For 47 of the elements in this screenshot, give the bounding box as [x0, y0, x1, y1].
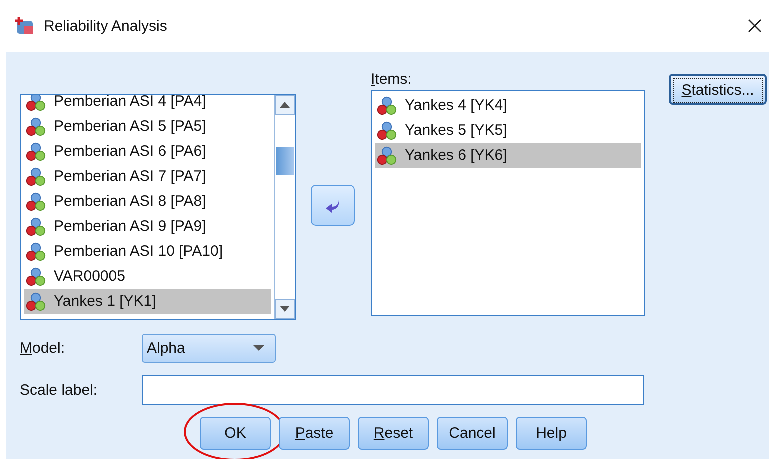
- items-label: Items:: [371, 70, 413, 90]
- caret-icon: [253, 345, 265, 351]
- scrollbar[interactable]: [274, 95, 295, 319]
- close-icon[interactable]: [748, 19, 762, 33]
- variable-icon: [26, 242, 46, 262]
- scroll-down-icon[interactable]: [280, 306, 290, 312]
- variable-icon: [377, 120, 397, 140]
- variable-item[interactable]: Yankes 4 [YK4]: [375, 93, 641, 118]
- variable-icon: [26, 216, 46, 236]
- model-dropdown[interactable]: Alpha: [142, 334, 276, 362]
- variable-item[interactable]: Yankes 5 [YK5]: [375, 118, 641, 143]
- variable-item[interactable]: VAR00005: [24, 264, 271, 289]
- window-title: Reliability Analysis: [44, 18, 168, 34]
- scale-label: Scale label:: [20, 382, 99, 398]
- variable-icon: [26, 116, 46, 136]
- variable-item[interactable]: Pemberian ASI 6 [PA6]: [24, 139, 271, 164]
- dialog-button[interactable]: Reset: [358, 417, 429, 450]
- variable-item[interactable]: Pemberian ASI 9 [PA9]: [24, 214, 271, 239]
- variable-item[interactable]: Pemberian ASI 8 [PA8]: [24, 189, 271, 214]
- dialog-button[interactable]: Paste: [279, 417, 350, 450]
- items-list[interactable]: Yankes 4 [YK4] Yankes 5 [YK5] Yankes 6 [YK6]: [371, 90, 645, 316]
- variable-icon: [26, 95, 46, 112]
- variable-icon: [26, 266, 46, 286]
- variable-item[interactable]: Yankes 1 [YK1]: [24, 289, 271, 314]
- dialog-button[interactable]: Help: [516, 417, 587, 450]
- variable-icon: [26, 142, 46, 162]
- move-button[interactable]: [311, 185, 355, 226]
- arrow-icon: [325, 198, 341, 212]
- variable-item[interactable]: Pemberian ASI 5 [PA5]: [24, 114, 271, 139]
- app-icon: [15, 16, 35, 36]
- variable-item[interactable]: Yankes 6 [YK6]: [375, 143, 641, 168]
- variable-icon: [26, 166, 46, 186]
- variable-icon: [377, 96, 397, 116]
- model-label: Model:: [20, 340, 66, 356]
- variable-icon: [26, 292, 46, 312]
- dialog-button[interactable]: OK: [200, 417, 271, 450]
- variable-item[interactable]: Pemberian ASI 10 [PA10]: [24, 239, 271, 264]
- variable-icon: [26, 192, 46, 212]
- scale-label-field[interactable]: [142, 375, 644, 405]
- variable-icon: [377, 146, 397, 166]
- scroll-up-icon[interactable]: [280, 102, 290, 108]
- variable-item[interactable]: Pemberian ASI 7 [PA7]: [24, 164, 271, 189]
- statistics-button[interactable]: Statistics...: [669, 74, 767, 105]
- variable-item[interactable]: Pemberian ASI 4 [PA4]: [24, 95, 271, 114]
- scroll-thumb[interactable]: [276, 147, 294, 175]
- dialog-button[interactable]: Cancel: [437, 417, 508, 450]
- variable-list[interactable]: Pemberian ASI 4 [PA4] Pemberian ASI 5 [PA5] Pemberian ASI 6 [PA6] Pemberian ASI 7 [PA7] Pemberian ASI 8 [PA8] Pemberian ASI 9 [PA9] Pemberian ASI 10 [PA10] VAR00005 Yankes 1 [YK1]: [20, 94, 296, 320]
